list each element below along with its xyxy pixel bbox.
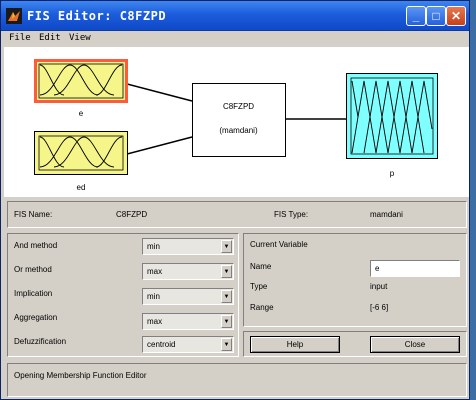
implication-dropdown[interactable]: min ▼: [142, 288, 234, 305]
input-variable-ed[interactable]: ed: [34, 131, 128, 192]
input-ed-label: ed: [76, 183, 86, 192]
button-panel: Help Close: [243, 331, 467, 357]
and-method-value: min: [147, 242, 160, 251]
fis-diagram: e ed C8FZPD (mamdani) p: [4, 47, 469, 197]
matlab-app-icon: [6, 8, 22, 24]
status-message: Opening Membership Function Editor: [14, 371, 147, 380]
variable-type-label: Type: [250, 282, 268, 291]
defuzzification-label: Defuzzification: [14, 337, 67, 346]
chevron-down-icon[interactable]: ▼: [221, 265, 232, 278]
output-p-label: p: [389, 169, 395, 178]
aggregation-label: Aggregation: [14, 313, 58, 322]
variable-range-value: [-6 6]: [370, 303, 389, 312]
desktop-background: [470, 0, 476, 400]
maximize-button[interactable]: □: [426, 6, 446, 26]
fis-type-value: mamdani: [370, 210, 403, 219]
defuzzification-value: centroid: [147, 340, 176, 349]
current-variable-panel: Current Variable Name e Type input Range…: [243, 233, 467, 327]
input-ed-membership-plot[interactable]: [34, 131, 128, 175]
implication-label: Implication: [14, 289, 53, 298]
variable-range-label: Range: [250, 303, 274, 312]
rule-block[interactable]: C8FZPD (mamdani): [192, 83, 286, 157]
rule-block-name: C8FZPD: [222, 102, 255, 111]
fis-name-value: C8FZPD: [116, 210, 148, 219]
implication-value: min: [147, 292, 160, 301]
input-e-label: e: [78, 109, 84, 118]
help-button[interactable]: Help: [250, 336, 340, 353]
output-variable-p[interactable]: p: [346, 73, 438, 178]
close-button[interactable]: Close: [370, 336, 460, 353]
current-variable-heading: Current Variable: [250, 240, 308, 249]
variable-name-input[interactable]: e: [370, 260, 460, 277]
defuzzification-dropdown[interactable]: centroid ▼: [142, 336, 234, 353]
chevron-down-icon[interactable]: ▼: [221, 290, 232, 303]
output-p-membership-plot[interactable]: [346, 73, 438, 159]
menu-view[interactable]: View: [69, 33, 91, 43]
window-title: FIS Editor: C8FZPD: [27, 9, 167, 23]
title-bar[interactable]: FIS Editor: C8FZPD _ □ ✕: [1, 1, 469, 31]
variable-name-value: e: [375, 264, 380, 273]
aggregation-dropdown[interactable]: max ▼: [142, 313, 234, 330]
status-bar: Opening Membership Function Editor: [7, 363, 467, 397]
fis-type-label: FIS Type:: [274, 210, 309, 219]
fis-name-label: FIS Name:: [14, 210, 53, 219]
variable-name-label: Name: [250, 262, 272, 271]
minimize-button[interactable]: _: [406, 6, 426, 26]
methods-panel: And method min ▼ Or method max ▼ Implica…: [7, 233, 239, 357]
close-window-button[interactable]: ✕: [446, 6, 466, 26]
aggregation-value: max: [147, 317, 163, 326]
and-method-label: And method: [14, 241, 58, 250]
fis-info-panel: FIS Name: C8FZPD FIS Type: mamdani: [7, 201, 467, 228]
fis-editor-window: FIS Editor: C8FZPD _ □ ✕ File Edit View …: [0, 0, 470, 400]
chevron-down-icon[interactable]: ▼: [221, 315, 232, 328]
variable-type-value: input: [370, 282, 388, 291]
or-method-value: max: [147, 267, 163, 276]
menu-file[interactable]: File: [9, 33, 31, 43]
menu-edit[interactable]: Edit: [39, 33, 61, 43]
menu-bar: File Edit View: [1, 31, 469, 47]
or-method-dropdown[interactable]: max ▼: [142, 263, 234, 280]
and-method-dropdown[interactable]: min ▼: [142, 238, 234, 255]
chevron-down-icon[interactable]: ▼: [221, 240, 232, 253]
or-method-label: Or method: [14, 265, 52, 274]
input-variable-e[interactable]: e: [34, 59, 128, 118]
input-e-membership-plot[interactable]: [34, 59, 128, 103]
chevron-down-icon[interactable]: ▼: [221, 338, 232, 351]
rule-block-type: (mamdani): [219, 126, 258, 135]
